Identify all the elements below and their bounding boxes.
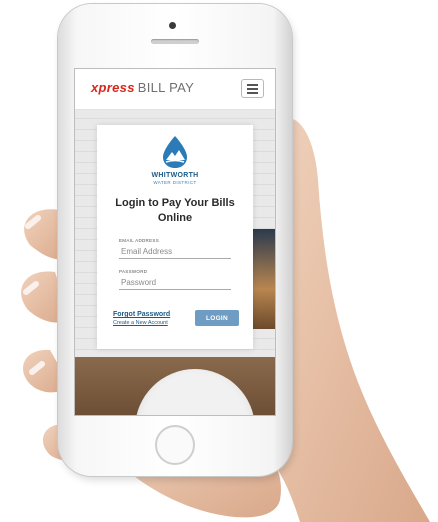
water-drop-mountain-icon	[163, 136, 187, 168]
login-card: WHITWORTH WATER DISTRICT Login to Pay Yo…	[97, 125, 253, 349]
email-label: EMAIL ADDRESS	[119, 238, 159, 243]
brand-logo[interactable]: xpress BILL PAY	[91, 80, 194, 95]
brand-primary: xpress	[91, 80, 135, 95]
create-account-link[interactable]: Create a New Account	[113, 320, 168, 326]
home-button[interactable]	[155, 425, 195, 465]
forgot-password-link[interactable]: Forgot Password	[113, 311, 170, 318]
phone-device: xpress BILL PAY WHITWORTH WATER DISTRICT …	[58, 4, 292, 476]
speaker-grille	[151, 39, 199, 44]
password-label: PASSWORD	[119, 269, 148, 274]
org-subtitle: WATER DISTRICT	[153, 180, 197, 185]
org-name: WHITWORTH	[151, 172, 199, 179]
app-header: xpress BILL PAY	[75, 69, 275, 110]
login-button[interactable]: LOGIN	[195, 310, 239, 326]
email-field[interactable]	[119, 245, 231, 259]
brand-secondary: BILL PAY	[137, 80, 195, 95]
hamburger-menu-icon[interactable]	[241, 79, 264, 98]
camera-icon	[169, 22, 176, 29]
password-field[interactable]	[119, 276, 231, 290]
phone-screen: xpress BILL PAY WHITWORTH WATER DISTRICT …	[74, 68, 276, 416]
login-title: Login to Pay Your Bills Online	[115, 197, 235, 224]
